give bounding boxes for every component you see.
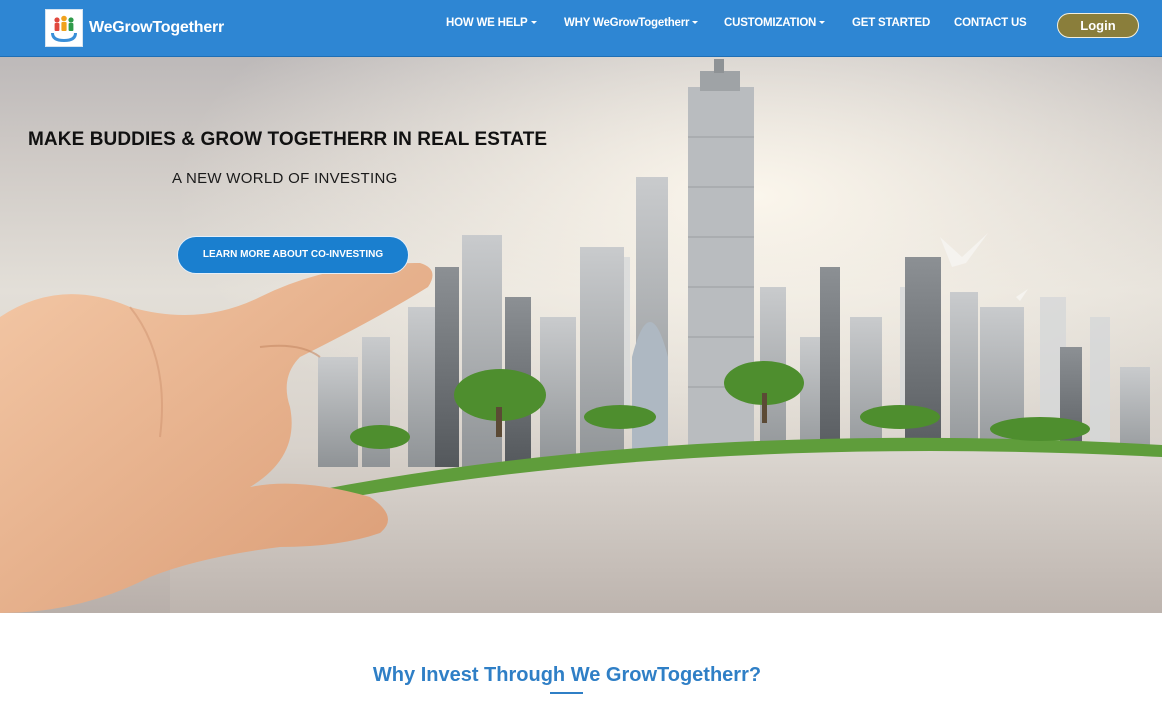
caret-down-icon: [692, 21, 699, 24]
brand-link[interactable]: WeGrowTogetherr: [45, 9, 224, 47]
why-invest-heading: Why Invest Through We GrowTogetherr?: [372, 664, 762, 686]
heading-underline: [550, 692, 583, 694]
nav-how-we-help[interactable]: HOW WE HELP: [446, 17, 537, 29]
nav-contact-us-label: CONTACT US: [954, 17, 1027, 29]
nav-customization-label: CUSTOMIZATION: [724, 17, 817, 29]
brand-name: WeGrowTogetherr: [89, 19, 225, 36]
login-button[interactable]: Login: [1057, 13, 1139, 38]
nav-why-wegrowtogetherr[interactable]: WHY WeGrowTogetherr: [564, 17, 699, 29]
nav-why-label: WHY WeGrowTogetherr: [564, 17, 690, 29]
hero-subtitle: A NEW WORLD OF INVESTING: [172, 170, 398, 187]
nav-customization[interactable]: CUSTOMIZATION: [724, 17, 826, 29]
hero-title: MAKE BUDDIES & GROW TOGETHERR IN REAL ES…: [28, 129, 548, 150]
nav-contact-us[interactable]: CONTACT US: [954, 17, 1027, 29]
learn-more-co-investing-button[interactable]: LEARN MORE ABOUT CO-INVESTING: [177, 236, 409, 274]
hero-banner: MAKE BUDDIES & GROW TOGETHERR IN REAL ES…: [0, 57, 1162, 613]
caret-down-icon: [819, 21, 826, 24]
people-in-hands-icon: [45, 9, 83, 47]
caret-down-icon: [530, 21, 537, 24]
nav-get-started-label: GET STARTED: [852, 17, 931, 29]
nav-how-we-help-label: HOW WE HELP: [446, 17, 528, 29]
nav-get-started[interactable]: GET STARTED: [852, 17, 930, 29]
top-navbar: WeGrowTogetherr HOW WE HELP WHY WeGrowTo…: [0, 0, 1162, 57]
